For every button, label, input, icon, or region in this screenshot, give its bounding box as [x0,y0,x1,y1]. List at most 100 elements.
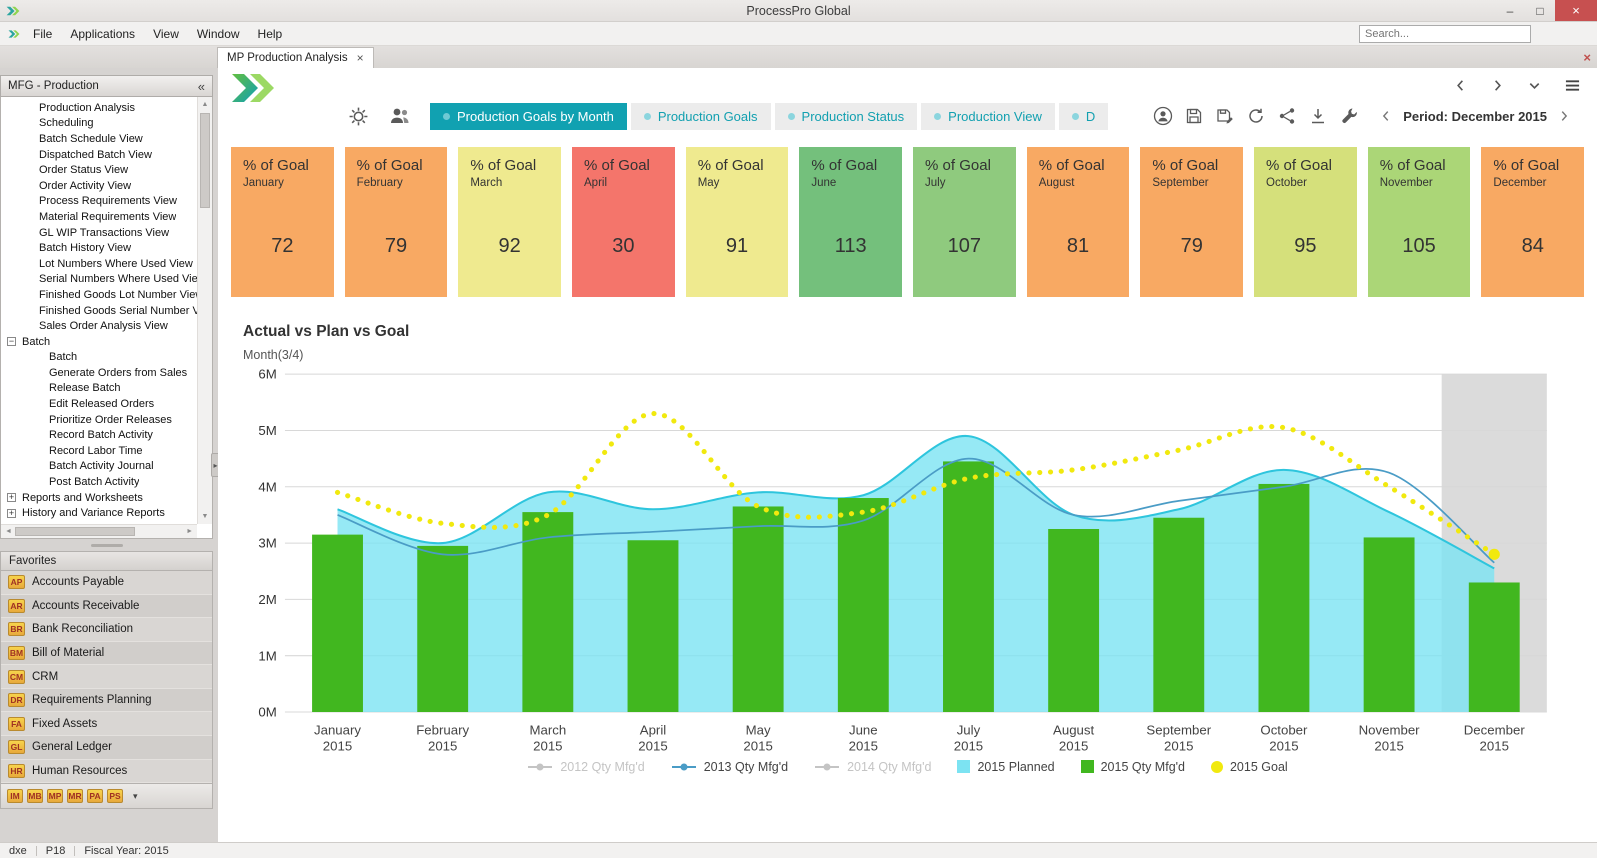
sidebar-collapse-button[interactable]: « [198,80,205,93]
bar-may[interactable] [733,506,784,712]
legend-2013-qty-mfg-d[interactable]: 2013 Qty Mfg'd [671,760,788,774]
bar-april[interactable] [628,540,679,712]
quickbar-module-pa[interactable]: PA [87,789,103,803]
favorite-accounts-payable[interactable]: APAccounts Payable [1,571,212,595]
quickbar-module-mr[interactable]: MR [67,789,83,803]
menu-help[interactable]: Help [249,24,292,44]
share-icon[interactable] [1277,106,1297,126]
menu-icon[interactable] [1564,78,1581,93]
bar-june[interactable] [838,498,889,712]
menu-applications[interactable]: Applications [61,24,144,44]
view-tab-d[interactable]: D [1059,103,1108,130]
period-prev-button[interactable] [1375,109,1397,123]
chevron-down-icon[interactable] [1527,78,1542,93]
quickbar-module-mp[interactable]: MP [47,789,63,803]
chevron-left-icon[interactable] [1453,78,1468,93]
tree-item-post-batch-activity[interactable]: Post Batch Activity [1,474,197,490]
legend-2015-goal[interactable]: 2015 Goal [1211,760,1288,774]
favorite-crm[interactable]: CMCRM [1,665,212,689]
tree-item-serial-numbers-where-used-view[interactable]: Serial Numbers Where Used View [1,272,197,288]
maximize-button[interactable]: □ [1525,0,1555,21]
menu-view[interactable]: View [144,24,188,44]
legend-2014-qty-mfg-d[interactable]: 2014 Qty Mfg'd [814,760,931,774]
favorite-accounts-receivable[interactable]: ARAccounts Receivable [1,595,212,619]
tree-item-production-analysis[interactable]: Production Analysis [1,100,197,116]
tree-item-finished-goods-serial-number-view[interactable]: Finished Goods Serial Number View [1,303,197,319]
tree-item-prioritize-order-releases[interactable]: Prioritize Order Releases [1,412,197,428]
tree-item-process-requirements-view[interactable]: Process Requirements View [1,194,197,210]
scrollbar-thumb[interactable] [15,527,135,536]
legend-2015-planned[interactable]: 2015 Planned [957,760,1054,774]
tree-item-batch[interactable]: Batch [1,350,197,366]
menu-file[interactable]: File [24,24,61,44]
tree-item-record-batch-activity[interactable]: Record Batch Activity [1,427,197,443]
tree-item-batch[interactable]: −Batch [1,334,197,350]
document-tab-mp-production-analysis[interactable]: MP Production Analysis × [217,47,374,68]
refresh-icon[interactable] [1246,106,1266,126]
scroll-down-icon[interactable]: ▼ [198,513,212,520]
tree-item-reports-and-worksheets[interactable]: +Reports and Worksheets [1,490,197,506]
favorites-header[interactable]: Favorites [0,551,213,571]
tree-item-gl-wip-transactions-view[interactable]: GL WIP Transactions View [1,225,197,241]
period-next-button[interactable] [1553,109,1575,123]
tree-item-record-labor-time[interactable]: Record Labor Time [1,443,197,459]
save-as-icon[interactable] [1215,106,1235,126]
tree-item-history-and-variance-reports[interactable]: +History and Variance Reports [1,505,197,521]
favorite-fixed-assets[interactable]: FAFixed Assets [1,712,212,736]
tree-item-sales-order-analysis-view[interactable]: Sales Order Analysis View [1,318,197,334]
users-icon[interactable] [388,104,412,128]
bar-october[interactable] [1258,484,1309,712]
collapse-box-icon[interactable]: − [7,337,16,346]
tree-item-order-activity-view[interactable]: Order Activity View [1,178,197,194]
quickbar-module-ps[interactable]: PS [107,789,123,803]
sidebar-splitter[interactable] [0,539,213,551]
tree-item-batch-schedule-view[interactable]: Batch Schedule View [1,131,197,147]
favorite-general-ledger[interactable]: GLGeneral Ledger [1,736,212,760]
bar-march[interactable] [522,512,573,712]
bar-january[interactable] [312,535,363,712]
tree-item-finished-goods-lot-number-view[interactable]: Finished Goods Lot Number View [1,287,197,303]
tree-item-release-batch[interactable]: Release Batch [1,381,197,397]
tree-item-dispatched-batch-view[interactable]: Dispatched Batch View [1,147,197,163]
close-button[interactable]: × [1555,0,1597,21]
tree-item-material-requirements-view[interactable]: Material Requirements View [1,209,197,225]
app-menu-icon[interactable] [8,29,20,39]
quickbar-dropdown-icon[interactable]: ▾ [133,791,138,802]
tab-close-icon[interactable]: × [357,51,364,65]
tree-vertical-scrollbar[interactable]: ▲ ▼ [197,97,212,524]
bar-february[interactable] [417,546,468,712]
tabstrip-close-icon[interactable]: × [1583,50,1591,65]
tree-item-scheduling[interactable]: Scheduling [1,116,197,132]
tree-item-order-status-view[interactable]: Order Status View [1,162,197,178]
view-tab-production-goals-by-month[interactable]: Production Goals by Month [430,103,627,130]
search-input[interactable] [1359,25,1531,43]
wrench-icon[interactable] [1339,106,1359,126]
scroll-up-icon[interactable]: ▲ [198,97,212,108]
scrollbar-thumb[interactable] [200,113,210,208]
bar-november[interactable] [1364,537,1415,712]
tree-item-generate-orders-from-sales[interactable]: Generate Orders from Sales [1,365,197,381]
tree-item-batch-activity-journal[interactable]: Batch Activity Journal [1,459,197,475]
user-icon[interactable] [1153,106,1173,126]
bar-july[interactable] [943,461,994,712]
scroll-left-icon[interactable]: ◄ [5,528,12,535]
menu-window[interactable]: Window [188,24,249,44]
favorite-bank-reconciliation[interactable]: BRBank Reconciliation [1,618,212,642]
scroll-right-icon[interactable]: ► [186,528,193,535]
expand-box-icon[interactable]: + [7,509,16,518]
settings-gear-icon[interactable] [348,106,369,127]
favorite-requirements-planning[interactable]: DRRequirements Planning [1,689,212,713]
bar-december[interactable] [1469,582,1520,712]
chevron-right-icon[interactable] [1490,78,1505,93]
legend-2015-qty-mfg-d[interactable]: 2015 Qty Mfg'd [1081,760,1185,774]
quickbar-module-mb[interactable]: MB [27,789,43,803]
save-icon[interactable] [1184,106,1204,126]
tree-item-lot-numbers-where-used-view[interactable]: Lot Numbers Where Used View [1,256,197,272]
tree-item-edit-released-orders[interactable]: Edit Released Orders [1,396,197,412]
tree-item-batch-history-view[interactable]: Batch History View [1,240,197,256]
view-tab-production-status[interactable]: Production Status [775,103,918,130]
legend-2012-qty-mfg-d[interactable]: 2012 Qty Mfg'd [527,760,644,774]
favorite-human-resources[interactable]: HRHuman Resources [1,760,212,784]
view-tab-production-goals[interactable]: Production Goals [631,103,771,130]
expand-box-icon[interactable]: + [7,493,16,502]
